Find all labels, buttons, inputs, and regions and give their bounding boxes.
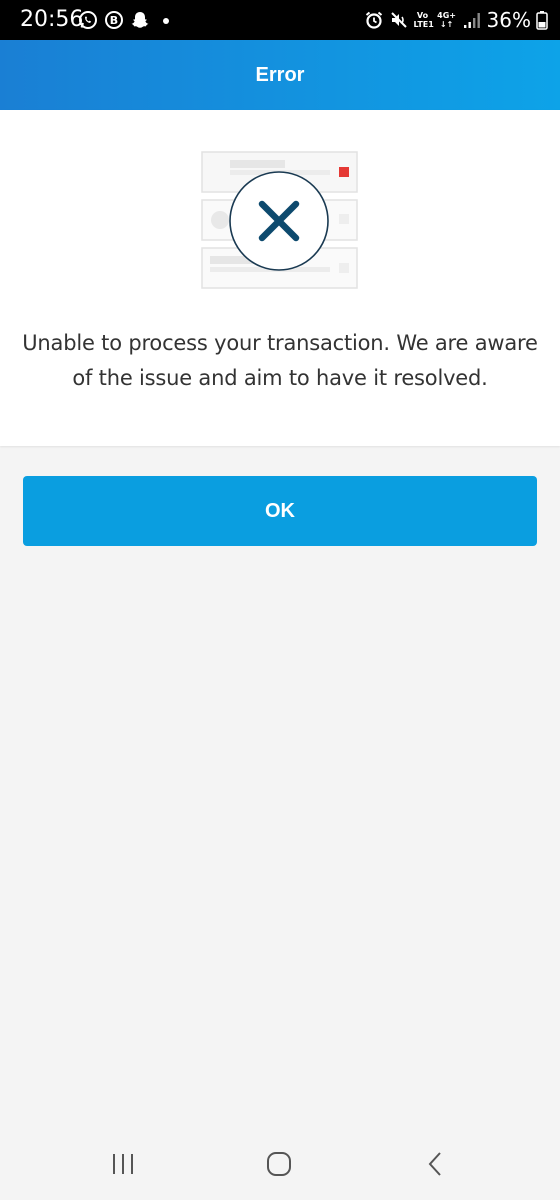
battery-icon — [536, 10, 548, 30]
home-icon[interactable] — [259, 1148, 299, 1180]
ok-button[interactable]: OK — [23, 476, 537, 546]
status-bar: 20:56 B Vo LTE1 4G+ ↓↑ 36% — [0, 0, 560, 40]
battery-percent: 36% — [486, 8, 531, 32]
notification-dot-icon — [156, 10, 176, 30]
b-badge-letter: B — [110, 14, 118, 27]
alarm-icon — [364, 10, 384, 30]
error-card: Unable to process your transaction. We a… — [0, 110, 560, 446]
b-badge-icon: B — [104, 10, 124, 30]
network-type-label: 4G+ — [437, 11, 456, 20]
navigation-bar — [0, 1130, 560, 1200]
signal-icon — [462, 10, 482, 30]
status-right-icons: Vo LTE1 4G+ ↓↑ 36% — [364, 8, 548, 32]
screen: 20:56 B Vo LTE1 4G+ ↓↑ 36% Error Unable … — [0, 0, 560, 1200]
back-icon[interactable] — [416, 1148, 456, 1180]
mute-icon — [389, 10, 409, 30]
error-message: Unable to process your transaction. We a… — [22, 331, 538, 390]
error-x-icon — [229, 171, 329, 271]
network-top-label: Vo — [416, 11, 429, 20]
status-time: 20:56 — [20, 7, 84, 32]
data-arrows-icon: ↓↑ — [439, 20, 454, 29]
network-label: Vo LTE1 — [413, 11, 434, 29]
app-header: Error — [0, 40, 560, 110]
snapchat-icon — [130, 10, 150, 30]
error-illustration — [200, 150, 360, 292]
whatsapp-icon — [78, 10, 98, 30]
network-bottom-label: LTE1 — [413, 20, 434, 29]
page-title: Error — [255, 63, 305, 86]
network-type: 4G+ ↓↑ — [437, 11, 457, 29]
status-left-icons: B — [78, 9, 176, 31]
recent-apps-icon[interactable] — [103, 1148, 143, 1180]
